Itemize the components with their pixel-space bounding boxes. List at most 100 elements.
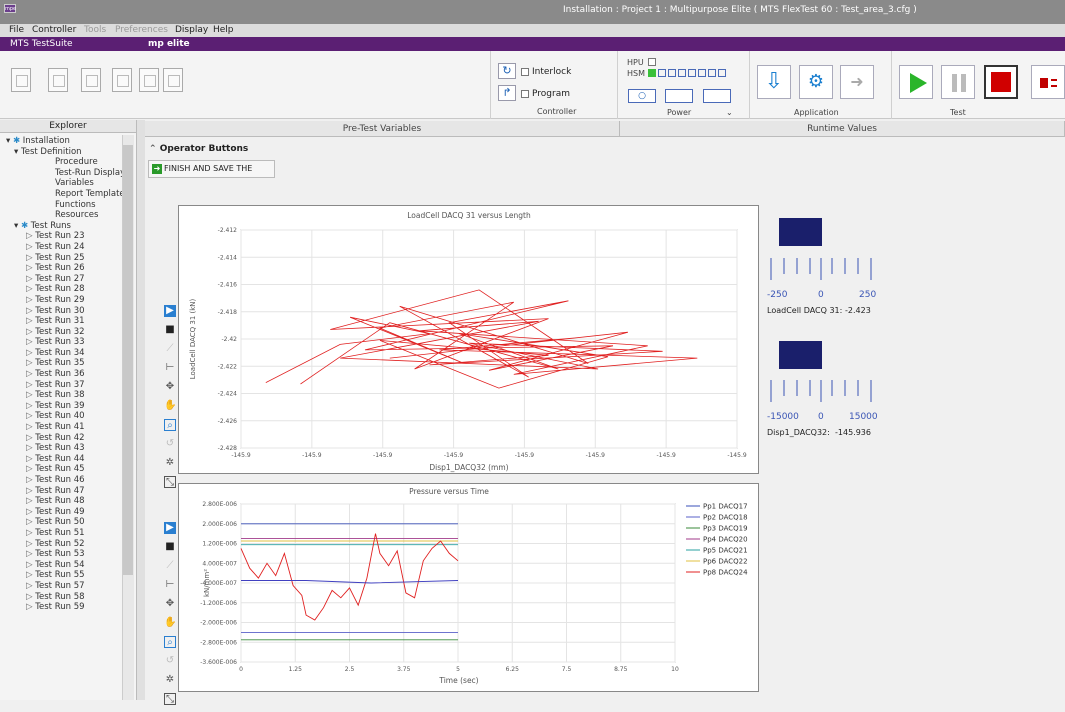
tree-item[interactable]: Functions xyxy=(0,200,136,211)
tree-item[interactable]: ▷ Test Run 32 xyxy=(0,327,136,338)
collapsed-arrow-icon[interactable]: ▷ xyxy=(26,570,35,580)
hand-icon[interactable]: ✋ xyxy=(164,617,176,629)
tree-item[interactable]: ▷ Test Run 58 xyxy=(0,592,136,603)
collapsed-arrow-icon[interactable]: ▷ xyxy=(26,390,35,400)
finish-save-button[interactable]: ➜FINISH AND SAVE THE TEST xyxy=(148,160,275,189)
collapsed-arrow-icon[interactable]: ▷ xyxy=(26,401,35,411)
tree-item[interactable]: ▾ Test Definition xyxy=(0,147,136,158)
tree-item[interactable]: Test-Run Display xyxy=(0,168,136,179)
undo-icon[interactable]: ↺ xyxy=(164,438,176,450)
tree-item[interactable]: ▷ Test Run 26 xyxy=(0,263,136,274)
collapsed-arrow-icon[interactable]: ▷ xyxy=(26,380,35,390)
zoom-icon[interactable]: ⌕ xyxy=(164,419,176,431)
collapse-icon[interactable]: ⌃ xyxy=(149,144,157,154)
expand-arrow-icon[interactable]: ▾ xyxy=(6,136,13,146)
menu-file[interactable]: File xyxy=(9,25,24,35)
axis-scale-icon[interactable]: ⊢ xyxy=(164,362,176,374)
open-test-icon[interactable] xyxy=(48,68,68,92)
collapsed-arrow-icon[interactable]: ▷ xyxy=(26,581,35,591)
tree-item[interactable]: ▷ Test Run 45 xyxy=(0,464,136,475)
tree-item[interactable]: ▷ Test Run 36 xyxy=(0,369,136,380)
collapsed-arrow-icon[interactable]: ▷ xyxy=(26,274,35,284)
tree-item[interactable]: ▷ Test Run 57 xyxy=(0,581,136,592)
collapsed-arrow-icon[interactable]: ▷ xyxy=(26,602,35,612)
collapsed-arrow-icon[interactable]: ▷ xyxy=(26,486,35,496)
tree-item[interactable]: ▷ Test Run 51 xyxy=(0,528,136,539)
collapsed-arrow-icon[interactable]: ▷ xyxy=(26,464,35,474)
stop-icon[interactable]: ■ xyxy=(164,541,176,553)
power-low-button[interactable] xyxy=(665,89,693,103)
collapsed-arrow-icon[interactable]: ▷ xyxy=(26,433,35,443)
expand-arrow-icon[interactable]: ▾ xyxy=(14,221,21,231)
tree-item[interactable]: ▷ Test Run 42 xyxy=(0,433,136,444)
expand-arrow-icon[interactable]: ▾ xyxy=(14,147,21,157)
collapsed-arrow-icon[interactable]: ▷ xyxy=(26,263,35,273)
collapsed-arrow-icon[interactable]: ▷ xyxy=(26,369,35,379)
collapsed-arrow-icon[interactable]: ▷ xyxy=(26,517,35,527)
collapsed-arrow-icon[interactable]: ▷ xyxy=(26,253,35,263)
collapsed-arrow-icon[interactable]: ▷ xyxy=(26,528,35,538)
new-run-icon[interactable] xyxy=(81,68,101,92)
export-icon[interactable] xyxy=(139,68,159,92)
tree-item[interactable]: Resources xyxy=(0,210,136,221)
collapsed-arrow-icon[interactable]: ▷ xyxy=(26,475,35,485)
expand-icon[interactable]: ⤡ xyxy=(164,693,176,705)
menu-tools[interactable]: Tools xyxy=(84,25,106,35)
tree-item[interactable]: ▷ Test Run 54 xyxy=(0,560,136,571)
collapsed-arrow-icon[interactable]: ▷ xyxy=(26,327,35,337)
tree-item[interactable]: ▷ Test Run 24 xyxy=(0,242,136,253)
explorer-scrollbar-thumb[interactable] xyxy=(123,145,133,575)
zoom-icon[interactable]: ⌕ xyxy=(164,636,176,648)
collapsed-arrow-icon[interactable]: ▷ xyxy=(26,348,35,358)
collapsed-arrow-icon[interactable]: ▷ xyxy=(26,242,35,252)
collapsed-arrow-icon[interactable]: ▷ xyxy=(26,454,35,464)
reset-icon[interactable]: ↻ xyxy=(498,63,516,79)
collapsed-arrow-icon[interactable]: ▷ xyxy=(26,337,35,347)
pin-icon[interactable]: ⟋ xyxy=(164,560,176,572)
tab-pretest-variables[interactable]: Pre-Test Variables xyxy=(145,121,620,137)
collapsed-arrow-icon[interactable]: ▷ xyxy=(26,507,35,517)
tree-item[interactable]: ▷ Test Run 48 xyxy=(0,496,136,507)
tree-item[interactable]: ▾ ✱ Installation xyxy=(0,136,136,147)
tree-item[interactable]: ▷ Test Run 27 xyxy=(0,274,136,285)
download-icon[interactable]: ⇩ xyxy=(757,65,791,99)
collapsed-arrow-icon[interactable]: ▷ xyxy=(26,422,35,432)
splitter[interactable] xyxy=(137,120,145,700)
tree-item[interactable]: ▷ Test Run 43 xyxy=(0,443,136,454)
pause-button[interactable] xyxy=(941,65,975,99)
tree-item[interactable]: ▷ Test Run 47 xyxy=(0,486,136,497)
collapsed-arrow-icon[interactable]: ▷ xyxy=(26,443,35,453)
menu-help[interactable]: Help xyxy=(213,25,234,35)
tree-item[interactable]: ▷ Test Run 53 xyxy=(0,549,136,560)
tree-item[interactable]: ▷ Test Run 55 xyxy=(0,570,136,581)
collapsed-arrow-icon[interactable]: ▷ xyxy=(26,549,35,559)
pin-icon[interactable]: ⟋ xyxy=(164,343,176,355)
tree-item[interactable]: ▷ Test Run 49 xyxy=(0,507,136,518)
play-button[interactable] xyxy=(899,65,933,99)
interlock-checkbox[interactable]: Interlock xyxy=(521,67,571,77)
collapsed-arrow-icon[interactable]: ▷ xyxy=(26,358,35,368)
power-high-button[interactable] xyxy=(703,89,731,103)
collapsed-arrow-icon[interactable]: ▷ xyxy=(26,539,35,549)
tree-item[interactable]: ▷ Test Run 40 xyxy=(0,411,136,422)
collapsed-arrow-icon[interactable]: ▷ xyxy=(26,306,35,316)
tree-item[interactable]: ▷ Test Run 23 xyxy=(0,231,136,242)
save-test-icon[interactable] xyxy=(112,68,132,92)
play-icon[interactable]: ▶ xyxy=(164,522,176,534)
collapsed-arrow-icon[interactable]: ▷ xyxy=(26,295,35,305)
tree-item[interactable]: ▷ Test Run 34 xyxy=(0,348,136,359)
collapsed-arrow-icon[interactable]: ▷ xyxy=(26,592,35,602)
tree-item[interactable]: ▷ Test Run 59 xyxy=(0,602,136,613)
expand-icon[interactable]: ⤡ xyxy=(164,476,176,488)
menu-preferences[interactable]: Preferences xyxy=(115,25,168,35)
hpu-checkbox[interactable] xyxy=(648,58,656,66)
collapsed-arrow-icon[interactable]: ▷ xyxy=(26,284,35,294)
redo-icon[interactable]: ↱ xyxy=(498,85,516,101)
tree-item[interactable]: ▷ Test Run 33 xyxy=(0,337,136,348)
hand-icon[interactable]: ✋ xyxy=(164,400,176,412)
application-setup-icon[interactable]: ⚙ xyxy=(799,65,833,99)
tree-item[interactable]: ▷ Test Run 46 xyxy=(0,475,136,486)
settings-icon[interactable]: ✲ xyxy=(164,457,176,469)
tree-item[interactable]: ▷ Test Run 29 xyxy=(0,295,136,306)
undo-icon[interactable]: ↺ xyxy=(164,655,176,667)
